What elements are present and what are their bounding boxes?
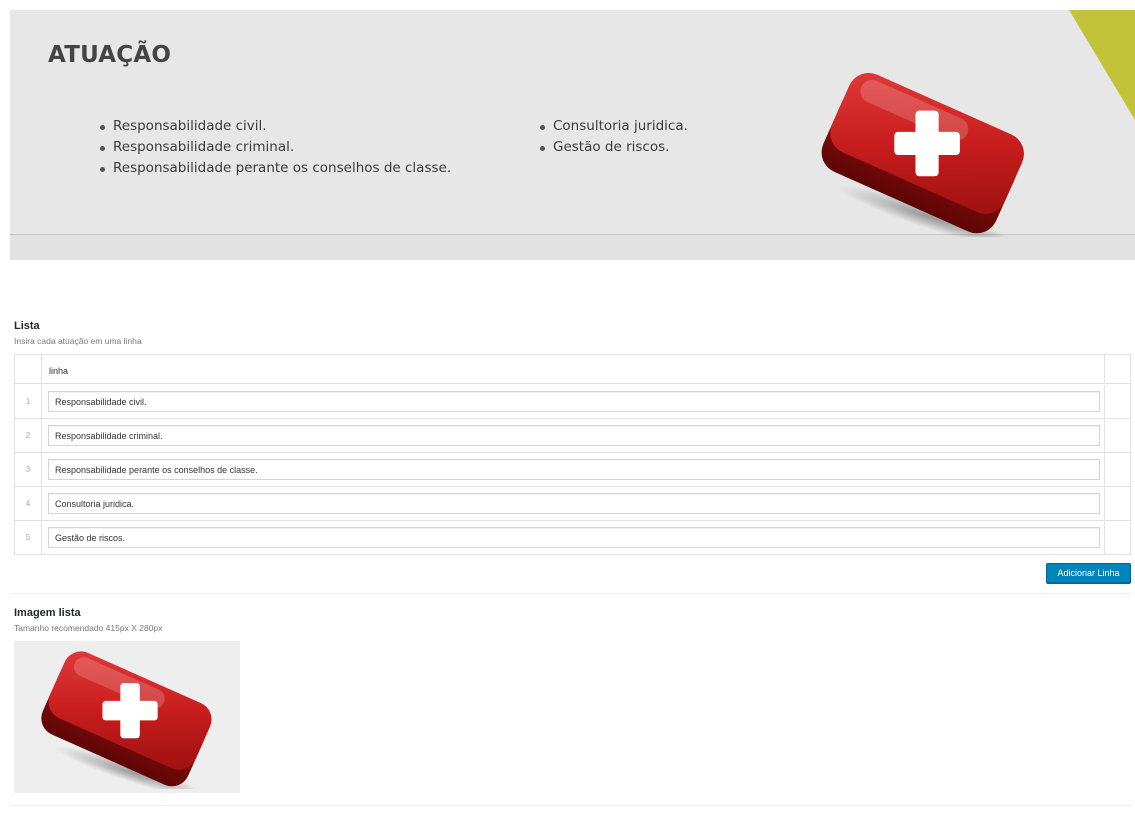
row-actions[interactable]	[1104, 521, 1130, 555]
row-actions[interactable]	[1104, 453, 1130, 486]
add-row-button[interactable]: Adicionar Linha	[1046, 563, 1131, 583]
column-header-linha: linha	[41, 355, 1105, 384]
preview-list-column-b: Consultoria juridica. Gestão de riscos.	[538, 116, 688, 158]
row-cell	[41, 385, 1105, 418]
row-cell	[41, 487, 1105, 520]
field-divider	[10, 805, 1131, 806]
row-number[interactable]: 2	[15, 419, 41, 452]
imagem-label: Imagem lista	[14, 607, 81, 619]
preview-list-item: Responsabilidade civil.	[98, 116, 451, 137]
table-row: 3	[15, 453, 1130, 487]
row-number[interactable]: 5	[15, 521, 41, 555]
table-row: 2	[15, 419, 1130, 453]
imagem-description: Tamanho recomendado 415px X 280px	[14, 623, 163, 633]
lista-repeater-table: linha 1 2 3 4 5	[14, 354, 1131, 555]
preview-list-item: Gestão de riscos.	[538, 137, 688, 158]
lista-description: Insira cada atuação em uma linha	[14, 336, 142, 346]
table-row: 4	[15, 487, 1130, 521]
first-aid-kit-icon	[816, 72, 1032, 237]
first-aid-kit-icon	[35, 651, 218, 789]
row-actions[interactable]	[1104, 487, 1130, 520]
repeater-header: linha	[15, 355, 1130, 384]
linha-input[interactable]	[48, 391, 1100, 412]
table-row: 1	[15, 385, 1130, 419]
field-divider	[10, 593, 1131, 594]
linha-input[interactable]	[48, 425, 1100, 446]
linha-input[interactable]	[48, 527, 1100, 548]
row-number[interactable]: 3	[15, 453, 41, 486]
linha-input[interactable]	[48, 493, 1100, 514]
row-number[interactable]: 4	[15, 487, 41, 520]
preview-title: ATUAÇÃO	[48, 42, 172, 68]
accent-corner	[1069, 10, 1135, 120]
preview-list-item: Responsabilidade criminal.	[98, 137, 451, 158]
row-number[interactable]: 1	[15, 385, 41, 418]
preview-list-item: Responsabilidade perante os conselhos de…	[98, 158, 451, 179]
row-cell	[41, 419, 1105, 452]
linha-input[interactable]	[48, 459, 1100, 480]
preview-list-item: Consultoria juridica.	[538, 116, 688, 137]
lista-label: Lista	[14, 320, 40, 332]
preview-list-column-a: Responsabilidade civil. Responsabilidade…	[98, 116, 451, 179]
row-actions[interactable]	[1104, 385, 1130, 418]
row-actions[interactable]	[1104, 419, 1130, 452]
table-row: 5	[15, 521, 1130, 555]
row-cell	[41, 521, 1105, 555]
preview-bottom-strip	[10, 235, 1135, 260]
section-preview: ATUAÇÃO Responsabilidade civil. Responsa…	[10, 10, 1135, 260]
image-preview[interactable]	[14, 641, 240, 793]
row-cell	[41, 453, 1105, 486]
